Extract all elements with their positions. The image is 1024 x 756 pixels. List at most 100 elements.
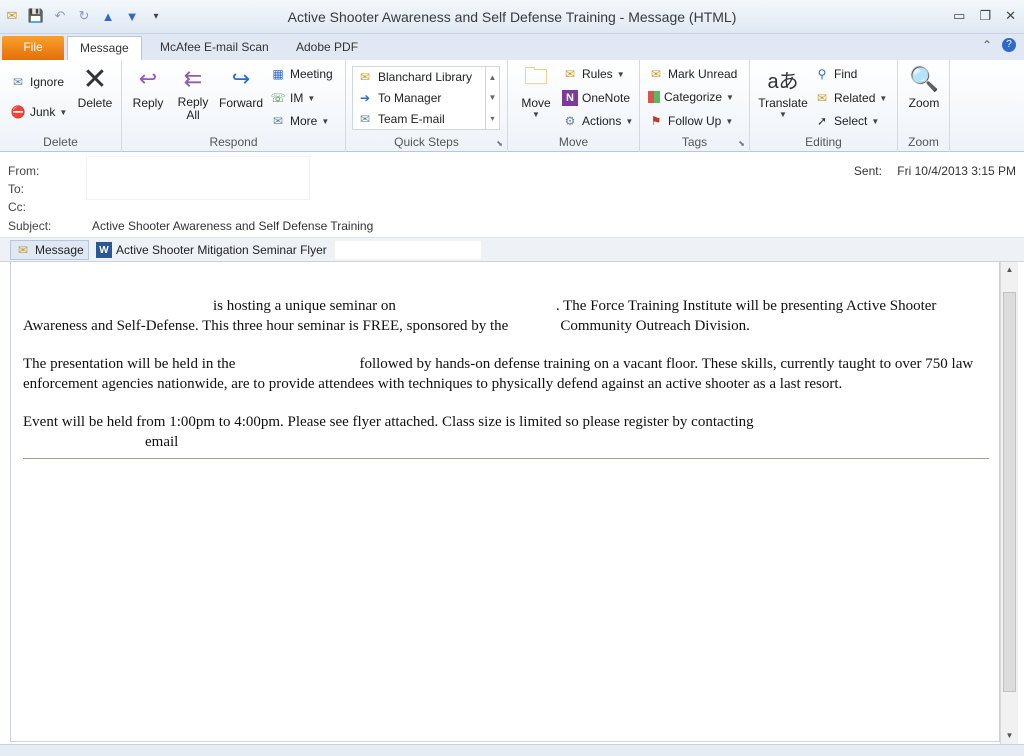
scroll-down-icon[interactable]: ▼ xyxy=(489,93,497,102)
follow-up-label: Follow Up xyxy=(668,114,722,128)
reply-all-button[interactable]: ⇇ Reply All xyxy=(172,64,214,122)
tab-mcafee[interactable]: McAfee E-mail Scan xyxy=(148,36,281,60)
flag-icon: ⚑ xyxy=(650,114,662,128)
actions-icon: ⚙ xyxy=(564,114,576,128)
select-button[interactable]: ➚ Select ▼ xyxy=(814,113,879,129)
quick-step-label: To Manager xyxy=(378,91,442,105)
meeting-button[interactable]: ▦ Meeting xyxy=(270,66,332,82)
group-zoom: 🔍 Zoom Zoom xyxy=(898,60,950,152)
junk-label: Junk xyxy=(30,105,56,119)
rules-button[interactable]: ✉ Rules ▼ xyxy=(562,66,625,82)
forward-icon: ↪ xyxy=(231,66,251,91)
cc-label: Cc: xyxy=(8,200,26,214)
forward-button[interactable]: ↪ Forward xyxy=(216,64,266,110)
group-label-tags: Tags xyxy=(681,135,708,149)
team-mail-icon: ✉ xyxy=(359,112,371,126)
categorize-button[interactable]: Categorize ▼ xyxy=(648,90,734,104)
junk-button[interactable]: ⛔ Junk ▼ xyxy=(10,104,68,120)
word-document-icon: W xyxy=(96,242,112,258)
tab-message[interactable]: Message xyxy=(67,36,142,60)
restore-icon[interactable]: ❐ xyxy=(979,8,991,24)
ignore-icon: ✉ xyxy=(12,75,24,89)
minimize-icon[interactable]: ▭ xyxy=(953,8,965,24)
actions-button[interactable]: ⚙ Actions ▼ xyxy=(562,113,634,129)
find-button[interactable]: ⚲ Find xyxy=(814,66,858,82)
group-quick-steps: ✉ Blanchard Library ➔ To Manager ✉ Team … xyxy=(346,60,508,152)
im-label: IM xyxy=(290,91,304,105)
reply-button[interactable]: ↩ Reply xyxy=(128,64,168,110)
ribbon-tabs: File Message McAfee E-mail Scan Adobe PD… xyxy=(0,34,1024,60)
sent-label: Sent: xyxy=(853,164,882,178)
reply-all-icon: ⇇ xyxy=(183,66,203,91)
categorize-label: Categorize xyxy=(664,90,723,104)
redacted-sender xyxy=(86,156,310,200)
rules-icon: ✉ xyxy=(564,67,576,81)
sent-info: Sent: Fri 10/4/2013 3:15 PM xyxy=(854,164,1016,178)
move-label: Move xyxy=(521,96,551,110)
related-button[interactable]: ✉ Related ▼ xyxy=(814,90,887,106)
magnifier-icon: 🔍 xyxy=(909,65,939,93)
group-respond: ↩ Reply ⇇ Reply All ↪ Forward ▦ Meeting … xyxy=(122,60,346,152)
ignore-label: Ignore xyxy=(30,75,65,89)
collapse-ribbon-icon[interactable]: ⌃ xyxy=(982,38,992,52)
mark-unread-button[interactable]: ✉ Mark Unread xyxy=(648,66,737,82)
cursor-icon: ➚ xyxy=(816,114,828,128)
body-text: email xyxy=(145,434,179,450)
translate-button[interactable]: aあ Translate ▼ xyxy=(754,64,812,120)
related-label: Related xyxy=(834,91,876,105)
actions-label: Actions xyxy=(582,114,622,128)
ignore-button[interactable]: ✉ Ignore xyxy=(10,74,64,90)
from-label: From: xyxy=(8,164,40,178)
reply-icon: ↩ xyxy=(138,66,158,91)
status-bar xyxy=(0,744,1024,756)
message-tab-label: Message xyxy=(35,243,84,257)
follow-up-button[interactable]: ⚑ Follow Up ▼ xyxy=(648,113,734,129)
zoom-button[interactable]: 🔍 Zoom xyxy=(902,64,946,111)
close-icon[interactable]: ✕ xyxy=(1005,8,1016,24)
translate-label: Translate xyxy=(758,96,808,110)
move-folder-icon: 🗀 xyxy=(524,62,548,90)
help-icon[interactable]: ? xyxy=(1002,38,1016,52)
quick-step-to-manager[interactable]: ➔ To Manager xyxy=(353,88,499,109)
reply-label: Reply xyxy=(132,96,164,110)
group-label-move: Move xyxy=(558,135,589,149)
message-body[interactable]: is hosting a unique seminar on. The Forc… xyxy=(10,262,1000,742)
scroll-up-icon[interactable]: ▲ xyxy=(1001,262,1018,278)
more-icon: ✉ xyxy=(272,114,284,128)
forward-mail-icon: ➔ xyxy=(359,91,371,105)
onenote-icon: N xyxy=(562,90,578,106)
im-icon: ☏ xyxy=(270,91,286,105)
sent-value: Fri 10/4/2013 3:15 PM xyxy=(897,164,1016,178)
scroll-up-icon[interactable]: ▲ xyxy=(489,73,497,82)
body-text: . The Force Training Institute will be p… xyxy=(23,298,937,334)
to-label: To: xyxy=(8,182,25,196)
message-header: From: To: Cc: Subject: Active Shooter Aw… xyxy=(0,152,1024,238)
delete-icon: ✕ xyxy=(82,62,108,96)
zoom-label: Zoom xyxy=(908,96,940,110)
attachment-flyer[interactable]: W Active Shooter Mitigation Seminar Flye… xyxy=(92,240,331,260)
im-button[interactable]: ☏ IM ▼ xyxy=(270,90,315,106)
subject-value: Active Shooter Awareness and Self Defens… xyxy=(92,219,374,233)
quick-step-blanchard-library[interactable]: ✉ Blanchard Library xyxy=(353,67,499,88)
tab-adobe-pdf[interactable]: Adobe PDF xyxy=(284,36,370,60)
vertical-scrollbar[interactable]: ▲ ▼ xyxy=(1000,262,1018,744)
paragraph-1: is hosting a unique seminar on. The Forc… xyxy=(23,296,989,336)
tab-file[interactable]: File xyxy=(2,36,64,60)
translate-icon: aあ xyxy=(767,70,799,93)
delete-button[interactable]: ✕ Delete xyxy=(72,62,118,111)
quick-steps-gallery: ✉ Blanchard Library ➔ To Manager ✉ Team … xyxy=(352,66,500,130)
message-view-tab[interactable]: ✉ Message xyxy=(10,240,89,260)
dialog-launcher-icon[interactable]: ⬊ xyxy=(496,139,503,148)
scroll-thumb[interactable] xyxy=(1003,292,1016,692)
scroll-down-icon[interactable]: ▼ xyxy=(1001,728,1018,744)
onenote-button[interactable]: N OneNote xyxy=(562,90,630,106)
quick-steps-scroll[interactable]: ▲ ▼ ▾ xyxy=(485,67,499,129)
group-label-zoom: Zoom xyxy=(908,135,939,149)
quick-step-team-email[interactable]: ✉ Team E-mail xyxy=(353,109,499,130)
group-label-delete: Delete xyxy=(43,135,78,149)
dialog-launcher-icon[interactable]: ⬊ xyxy=(738,139,745,148)
more-respond-button[interactable]: ✉ More ▼ xyxy=(270,113,329,129)
attachment-flyer-label: Active Shooter Mitigation Seminar Flyer xyxy=(116,243,327,257)
move-button[interactable]: 🗀 Move ▼ xyxy=(514,62,558,120)
expand-icon[interactable]: ▾ xyxy=(490,114,494,123)
